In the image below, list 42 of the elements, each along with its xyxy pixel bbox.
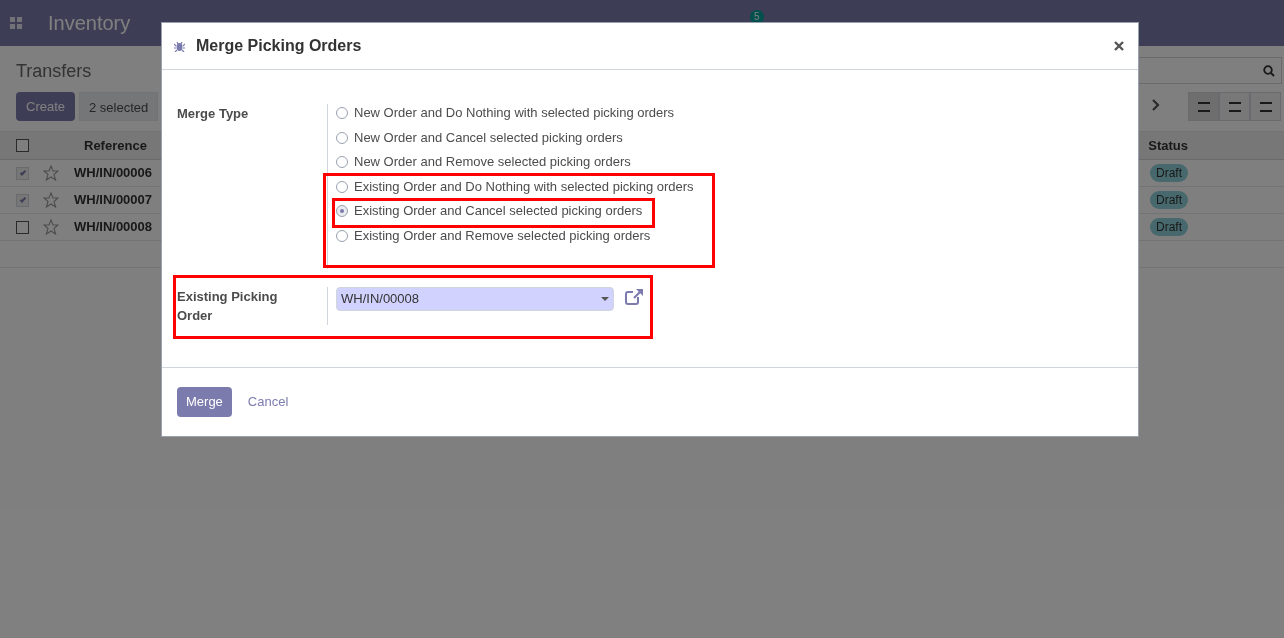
merge-button[interactable]: Merge <box>177 387 232 417</box>
radio-label[interactable]: New Order and Cancel selected picking orders <box>354 127 623 148</box>
next-page-icon[interactable] <box>1152 99 1160 111</box>
status-badge: Draft <box>1150 218 1188 236</box>
dropdown-field[interactable]: WH/IN/00008 <box>336 286 614 311</box>
status-badge: Draft <box>1150 164 1188 182</box>
table-cell-text: WH/IN/00007 <box>74 191 153 210</box>
radio-label[interactable]: Existing Order and Do Nothing with selected picking orders <box>354 176 694 197</box>
bug-icon <box>174 40 185 52</box>
star-icon[interactable] <box>43 192 59 208</box>
close-button[interactable] <box>1114 41 1124 51</box>
star-icon[interactable] <box>43 219 59 235</box>
radio-label[interactable]: New Order and Do Nothing with selected picking orders <box>354 103 675 123</box>
radio-label[interactable]: New Order and Remove selected picking orders <box>354 152 631 172</box>
list-view-button[interactable] <box>1188 92 1219 121</box>
star-icon[interactable] <box>43 165 59 181</box>
apps-menu-icon[interactable] <box>10 17 22 29</box>
radio-button[interactable] <box>336 107 348 119</box>
field-label: Merge Type <box>177 105 250 123</box>
radio-label[interactable]: Existing Order and Remove selected picking orders <box>354 225 651 246</box>
column-header[interactable]: Reference <box>84 135 147 156</box>
field-label: Existing Picking Order <box>177 287 279 325</box>
table-cell-text: WH/IN/00008 <box>74 218 153 237</box>
radio-button[interactable] <box>336 229 348 242</box>
external-link-icon[interactable] <box>625 287 644 305</box>
app-title: Inventory <box>48 11 131 36</box>
status-badge: Draft <box>1150 191 1188 209</box>
radio-button[interactable] <box>336 131 348 144</box>
radio-button[interactable] <box>336 180 348 193</box>
cancel-button[interactable]: Cancel <box>247 392 289 412</box>
radio-label[interactable]: Existing Order and Cancel selected picking orders <box>354 201 643 221</box>
column-header[interactable]: Status <box>1148 135 1188 156</box>
caret-icon <box>601 296 609 301</box>
dialog-title: Merge Picking Orders <box>196 36 362 56</box>
radio-button[interactable] <box>336 205 348 217</box>
table-cell-text: WH/IN/00006 <box>74 164 153 183</box>
select-all-checkbox[interactable] <box>16 139 29 152</box>
row-checkbox[interactable] <box>16 220 29 234</box>
radio-button[interactable] <box>336 156 348 168</box>
search-icon <box>1263 64 1275 77</box>
selection-counter: 2 selected <box>79 92 159 121</box>
page-title: Transfers <box>16 60 92 83</box>
